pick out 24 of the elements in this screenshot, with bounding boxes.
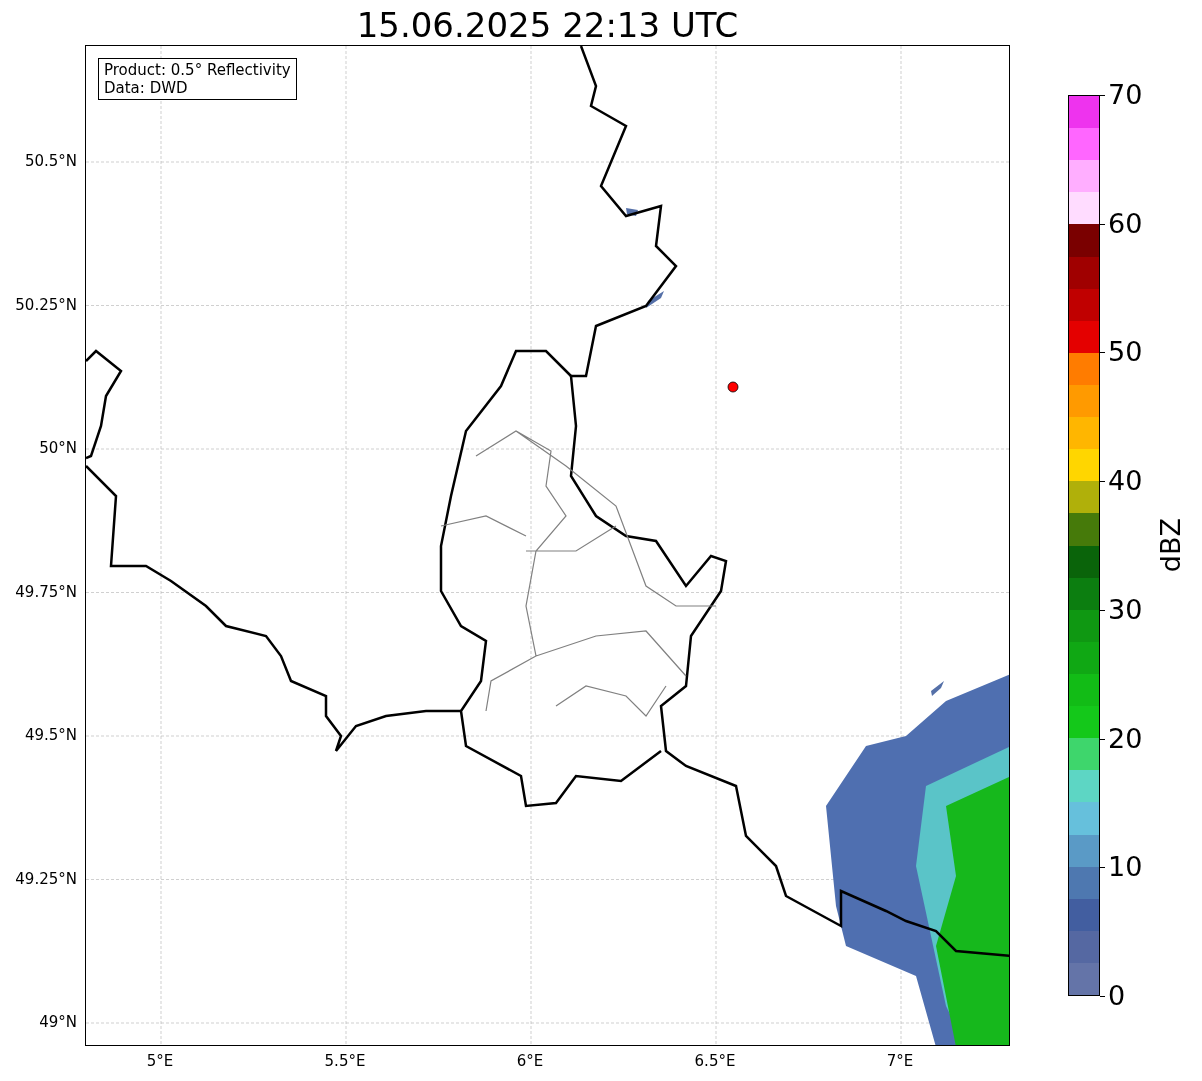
legend-text: Product: 0.5° Reflectivity <box>104 61 291 79</box>
colorbar-tick-label: 0 <box>1108 981 1126 1011</box>
latitude-label: 49.5°N <box>24 726 77 744</box>
latitude-label: 49.75°N <box>15 582 77 601</box>
colorbar-tick-label: 50 <box>1108 337 1143 368</box>
longitude-label: 5°E <box>146 1052 174 1070</box>
latitude-label: 50°N <box>39 439 77 457</box>
colorbar-tick-label: 30 <box>1108 594 1143 625</box>
colorbar-tick-label: 70 <box>1108 80 1143 110</box>
latitude-label: 49°N <box>39 1013 77 1031</box>
colorbar-tick-label: 20 <box>1108 723 1143 754</box>
colorbar-tick-label: 10 <box>1108 852 1143 883</box>
latitude-label: 49.25°N <box>15 869 77 888</box>
longitude-label: 6.5°E <box>694 1052 736 1070</box>
longitude-label: 7°E <box>886 1052 914 1070</box>
colorbar-tick-label: 40 <box>1108 466 1143 497</box>
colorbar-tick-label: 60 <box>1108 208 1143 239</box>
latitude-label: 50.5°N <box>24 152 77 170</box>
colorbar-unit-label: dBZ <box>1155 518 1186 573</box>
chart-title: 15.06.2025 22:13 UTC <box>355 5 740 45</box>
latitude-label: 50.25°N <box>15 295 77 314</box>
longitude-label: 5.5°E <box>324 1052 366 1070</box>
legend-text: Data: DWD <box>104 79 189 97</box>
longitude-label: 6°E <box>516 1052 544 1070</box>
